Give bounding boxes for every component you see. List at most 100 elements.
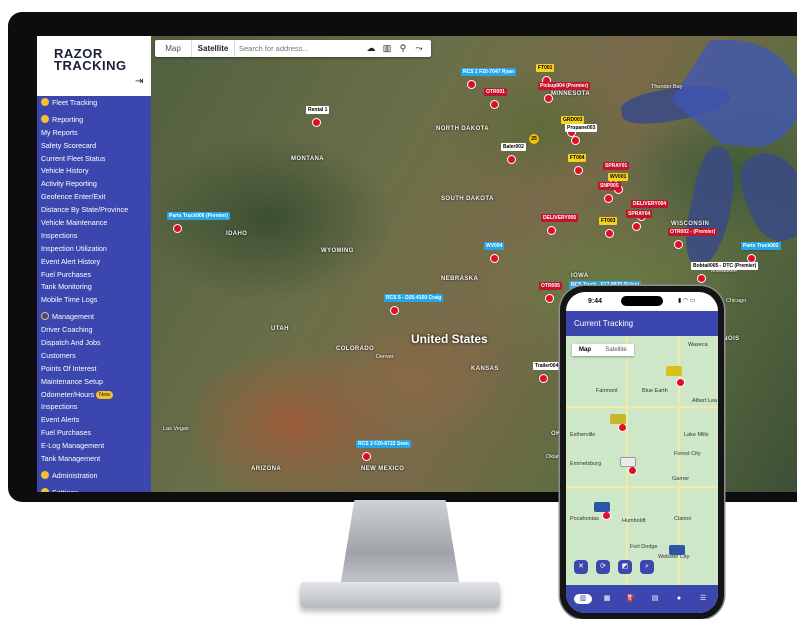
sidebar-item[interactable]: Odometer/Hours New — [41, 389, 149, 402]
map-layers-icon[interactable]: ▥ — [381, 42, 393, 54]
vehicle-tag[interactable]: Parts Truck006 (Premier) — [167, 212, 230, 220]
sidebar-item[interactable]: Fuel Purchases — [41, 427, 149, 440]
sidebar-item[interactable]: Safety Scorecard — [41, 140, 149, 153]
vehicle-tag[interactable]: RCS 5 - D25-4100 Craig — [384, 294, 444, 302]
vehicle-tag[interactable]: Trailer004 — [533, 362, 561, 370]
menu-icon[interactable]: ☰ — [698, 594, 708, 604]
sidebar-item[interactable]: Event Alert History — [41, 256, 149, 269]
phone-tab-satellite[interactable]: Satellite — [598, 344, 634, 356]
phone-map[interactable]: Map Satellite Wasecа Fairmont Blue Earth Al… — [566, 336, 718, 585]
vehicle-tag[interactable]: RCS 2 F20-7047 Ryan — [461, 68, 517, 76]
vehicle-tag[interactable]: FT003 — [599, 217, 618, 225]
vehicle-marker[interactable] — [545, 294, 554, 303]
vehicle-tag[interactable]: Bobtail005 - DTC (Premier) — [691, 262, 759, 270]
vehicle-tag[interactable]: DELIVERY004 — [631, 200, 669, 208]
vehicle-tag[interactable]: OTR002 - (Premier) — [668, 228, 718, 236]
vehicle-cluster[interactable]: 25 — [529, 134, 539, 144]
sidebar-item[interactable]: My Reports — [41, 127, 149, 140]
vehicle-tag[interactable]: RCS 3 F20-6722 Sean — [356, 440, 411, 448]
vehicle-marker[interactable] — [490, 100, 499, 109]
vehicle-tag[interactable]: FT001 — [536, 64, 555, 72]
phone-tab-map[interactable]: Map — [572, 344, 598, 356]
address-search-input[interactable] — [239, 40, 359, 57]
route-icon[interactable]: ⤳ — [413, 42, 425, 54]
close-icon[interactable]: ✕ — [574, 560, 588, 574]
vehicle-marker[interactable] — [362, 452, 371, 461]
vehicle-marker[interactable] — [574, 166, 583, 175]
sidebar-item[interactable]: Inspections — [41, 401, 149, 414]
vehicle-marker[interactable] — [697, 274, 706, 283]
sidebar-item[interactable]: Mobile Time Logs — [41, 294, 149, 307]
sidebar-item[interactable]: Dispatch And Jobs — [41, 337, 149, 350]
vehicle-marker[interactable] — [312, 118, 321, 127]
refresh-icon[interactable]: ⟳ — [596, 560, 610, 574]
vehicle-marker[interactable] — [539, 374, 548, 383]
vehicle-tag[interactable]: Baler002 — [501, 143, 526, 151]
sidebar-item[interactable]: Administration — [41, 470, 149, 483]
sidebar-item[interactable]: Tank Monitoring — [41, 281, 149, 294]
logout-icon[interactable]: ⇥ — [135, 76, 143, 87]
vehicle-marker[interactable] — [605, 229, 614, 238]
user-icon[interactable]: ● — [674, 594, 684, 604]
map-view-button[interactable]: Map — [155, 40, 191, 57]
sidebar-item[interactable]: Fuel Purchases — [41, 269, 149, 282]
vehicle-tag[interactable]: OTR005 — [539, 282, 562, 290]
sidebar-item[interactable]: Vehicle History — [41, 165, 149, 178]
sidebar-item[interactable]: Driver Coaching — [41, 324, 149, 337]
vehicle-marker[interactable] — [676, 378, 685, 387]
razor-tracking-logo[interactable]: RAZOR TRACKING — [54, 47, 127, 72]
sidebar-item[interactable]: Inspections — [41, 230, 149, 243]
location-pin-icon[interactable]: ⚲ — [397, 42, 409, 54]
vehicle-tag[interactable]: Rental 1 — [306, 106, 330, 114]
vehicle-marker[interactable] — [547, 226, 556, 235]
vehicle-tag[interactable]: OTR001 — [484, 88, 507, 96]
sidebar-item[interactable]: Maintenance Setup — [41, 376, 149, 389]
vehicle-tag[interactable]: SNP005 — [598, 182, 621, 190]
vehicle-tag[interactable]: FT004 — [568, 154, 587, 162]
sidebar-item[interactable]: Inspection Utilization — [41, 243, 149, 256]
search-icon[interactable]: ⌕ — [640, 560, 654, 574]
satellite-view-button[interactable]: Satellite — [191, 40, 235, 57]
vehicle-marker[interactable] — [632, 222, 641, 231]
vehicle-marker[interactable] — [602, 511, 611, 520]
sidebar-item[interactable]: Tank Management — [41, 453, 149, 466]
vehicle-tag[interactable]: Pickup004 (Premier) — [538, 82, 591, 90]
vehicle-marker[interactable] — [490, 254, 499, 263]
sidebar-item[interactable]: E-Log Management — [41, 440, 149, 453]
sidebar-item[interactable]: Customers — [41, 350, 149, 363]
vehicle-marker[interactable] — [173, 224, 182, 233]
calendar-icon[interactable]: ▦ — [602, 594, 612, 604]
grid-icon[interactable]: ▤ — [650, 594, 660, 604]
vehicle-marker[interactable] — [618, 423, 627, 432]
vehicle-marker[interactable] — [628, 466, 637, 475]
vehicle-tag[interactable]: Propane003 — [565, 124, 598, 132]
fuel-icon[interactable]: ⛽ — [626, 594, 636, 604]
weather-icon[interactable]: ☁ — [365, 42, 377, 54]
sidebar-item[interactable]: Points Of Interest — [41, 363, 149, 376]
vehicle-tag[interactable]: Parts Truck002 — [741, 242, 781, 250]
vehicle-tag[interactable]: WV004 — [484, 242, 505, 250]
sidebar-item[interactable]: Reporting — [41, 114, 149, 127]
vehicle-tag[interactable]: SPRAY01 — [603, 162, 630, 170]
layers-icon[interactable]: ◩ — [618, 560, 632, 574]
vehicle-marker[interactable] — [390, 306, 399, 315]
sidebar-item[interactable]: Geofence Enter/Exit — [41, 191, 149, 204]
sidebar-item[interactable]: Vehicle Maintenance — [41, 217, 149, 230]
sidebar-item[interactable]: Fleet Tracking — [41, 97, 149, 110]
vehicle-tag[interactable]: DELIVERY005 — [541, 214, 579, 222]
vehicle-tag[interactable]: WV001 — [608, 173, 629, 181]
sidebar-item[interactable]: Settings — [41, 487, 149, 492]
vehicle-marker[interactable] — [544, 94, 553, 103]
geofence-polygon[interactable] — [671, 40, 797, 150]
vehicle-marker[interactable] — [467, 80, 476, 89]
vehicle-tag[interactable]: GRD003 — [561, 116, 585, 124]
vehicle-marker[interactable] — [507, 155, 516, 164]
vehicle-marker[interactable] — [674, 240, 683, 249]
vehicle-marker[interactable] — [571, 136, 580, 145]
sidebar-item[interactable]: Event Alerts — [41, 414, 149, 427]
sidebar-item[interactable]: Activity Reporting — [41, 178, 149, 191]
sidebar-item[interactable]: Management — [41, 311, 149, 324]
sidebar-item[interactable]: Current Fleet Status — [41, 153, 149, 166]
vehicle-marker[interactable] — [604, 194, 613, 203]
sidebar-item[interactable]: Distance By State/Province — [41, 204, 149, 217]
